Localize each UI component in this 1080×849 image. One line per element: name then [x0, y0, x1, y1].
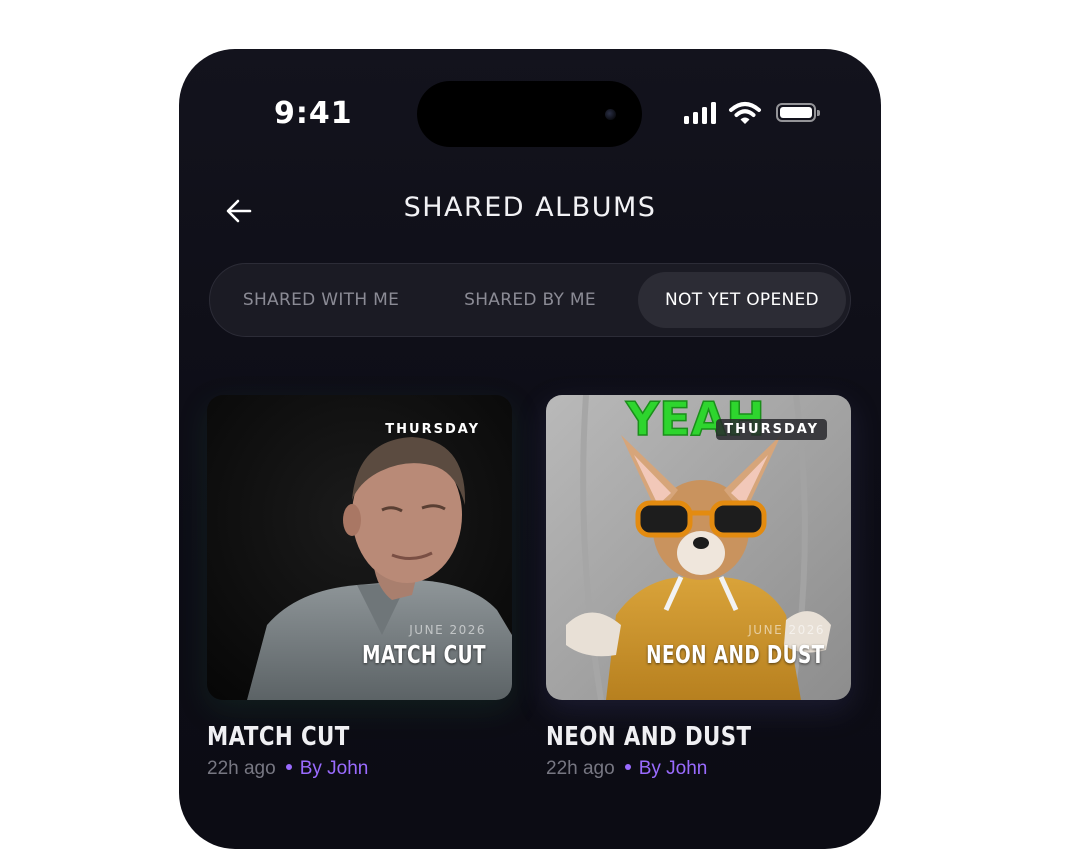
status-icons — [684, 102, 824, 126]
cover-date: JUNE 2026 — [409, 623, 486, 637]
dynamic-island — [417, 81, 642, 147]
album-meta: 22h ago By John — [207, 758, 512, 780]
tab-not-yet-opened[interactable]: NOT YET OPENED — [638, 272, 846, 328]
tab-shared-by-me[interactable]: SHARED BY ME — [426, 272, 634, 328]
time-ago: 22h ago — [207, 758, 276, 779]
album-meta: 22h ago By John — [546, 758, 851, 780]
time-ago: 22h ago — [546, 758, 615, 779]
cover-title: MATCH CUT — [362, 640, 486, 669]
separator-dot — [285, 764, 292, 771]
album-card-match-cut[interactable]: THURSDAY JUNE 2026 MATCH CUT MATCH CUT 2… — [207, 395, 512, 780]
page-title: SHARED ALBUMS — [403, 192, 657, 223]
front-camera — [605, 109, 616, 120]
album-card-neon-and-dust[interactable]: YEAH THURSDAY JUNE 2026 NEON AND DUST NE — [546, 395, 851, 780]
day-badge: THURSDAY — [385, 422, 480, 437]
tab-shared-with-me[interactable]: SHARED WITH ME — [218, 272, 424, 328]
battery-icon — [776, 103, 820, 122]
cover-title: NEON AND DUST — [646, 640, 825, 669]
author-link[interactable]: By John — [639, 758, 708, 779]
cellular-signal-icon — [684, 102, 718, 124]
phone-screen: 9:41 SHARED ALBUMS SHARED WITH ME SHARED… — [179, 49, 881, 849]
status-time: 9:41 — [274, 96, 353, 131]
tab-bar: SHARED WITH ME SHARED BY ME NOT YET OPEN… — [209, 263, 851, 337]
album-title: MATCH CUT — [207, 722, 350, 752]
album-title: NEON AND DUST — [546, 722, 752, 752]
cover-date: JUNE 2026 — [748, 623, 825, 637]
author-link[interactable]: By John — [300, 758, 369, 779]
day-badge: THURSDAY — [716, 419, 827, 440]
wifi-icon — [729, 102, 761, 124]
separator-dot — [624, 764, 631, 771]
album-cover[interactable]: YEAH THURSDAY JUNE 2026 NEON AND DUST — [546, 395, 851, 700]
album-cover[interactable]: THURSDAY JUNE 2026 MATCH CUT — [207, 395, 512, 700]
